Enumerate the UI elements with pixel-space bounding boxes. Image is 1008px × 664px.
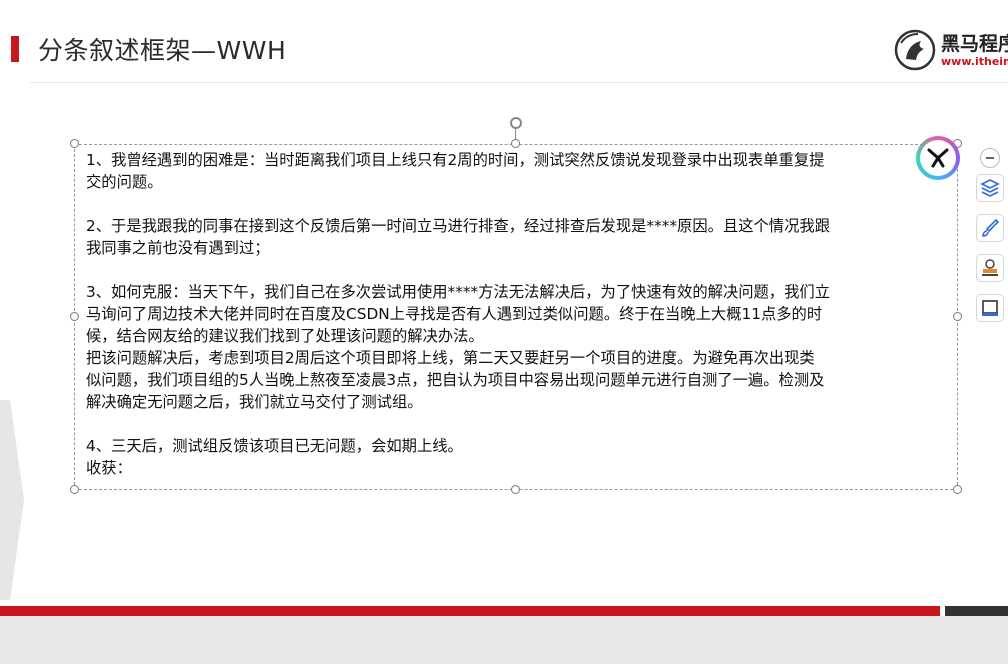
text-line: 1、我曾经遇到的困难是：当时距离我们项目上线只有2周的时间，测试突然反馈说发现登… <box>86 151 825 169</box>
horse-logo-icon <box>894 29 936 71</box>
footer-background <box>0 616 1008 664</box>
side-tool-panel <box>976 144 1008 334</box>
text-line: 把该问题解决后，考虑到项目2周后这个项目即将上线，第二天又要赶另一个项目的进度。… <box>86 349 815 367</box>
resize-handle-top[interactable] <box>511 139 520 148</box>
text-line: 马询问了周边技术大佬并同时在百度及CSDN上寻找是否有人遇到过类似问题。终于在当… <box>86 305 823 323</box>
paragraph-4: 4、三天后，测试组反馈该项目已无问题，会如期上线。 收获： <box>86 435 946 479</box>
text-line: 解决确定无问题之后，我们就立马交付了测试组。 <box>86 393 423 411</box>
frame-button[interactable] <box>976 294 1004 322</box>
layers-icon <box>980 179 1000 197</box>
resize-handle-bottom-right[interactable] <box>953 485 962 494</box>
ai-assistant-button[interactable] <box>916 136 960 180</box>
rotate-handle[interactable] <box>510 117 522 129</box>
paragraph-2: 2、于是我跟我的同事在接到这个反馈后第一时间立马进行排查，经过排查后发现是***… <box>86 215 946 259</box>
brush-button[interactable] <box>976 214 1004 242</box>
brand-logo: 黑马程序 www.itheima <box>893 28 1008 74</box>
text-line: 交的问题。 <box>86 173 163 191</box>
footer-accent-bar <box>0 606 940 616</box>
resize-handle-right[interactable] <box>953 312 962 321</box>
slide-title: 分条叙述框架—WWH <box>38 36 287 65</box>
stamp-icon <box>982 259 998 276</box>
collapse-button[interactable] <box>980 148 1000 168</box>
layers-button[interactable] <box>976 174 1004 202</box>
decorative-chevron <box>0 400 24 600</box>
header-divider <box>30 82 1008 83</box>
text-line: 3、如何克服：当天下午，我们自己在多次尝试用使用****方法无法解决后，为了快速… <box>86 283 830 301</box>
ai-assistant-icon <box>927 148 949 168</box>
resize-handle-left[interactable] <box>70 312 79 321</box>
logo-text: 黑马程序 <box>941 33 1008 55</box>
stamp-button[interactable] <box>976 254 1004 282</box>
brush-icon <box>982 218 1000 237</box>
footer-dark-bar <box>945 606 1008 616</box>
text-line: 候，结合网友给的建议我们找到了处理该问题的解决办法。 <box>86 327 484 345</box>
text-line: 收获： <box>86 459 132 477</box>
resize-handle-top-left[interactable] <box>70 139 79 148</box>
logo-url: www.itheima <box>941 55 1008 68</box>
text-line: 我同事之前也没有遇到过； <box>86 239 270 257</box>
slide-header: 分条叙述框架—WWH 黑马程序 www.itheima <box>0 0 1008 90</box>
text-line: 似问题，我们项目组的5人当晚上熬夜至凌晨3点，把自认为项目中容易出现问题单元进行… <box>86 371 825 389</box>
title-accent-bar <box>11 36 19 62</box>
text-line: 2、于是我跟我的同事在接到这个反馈后第一时间立马进行排查，经过排查后发现是***… <box>86 217 830 235</box>
paragraph-1: 1、我曾经遇到的困难是：当时距离我们项目上线只有2周的时间，测试突然反馈说发现登… <box>86 149 946 193</box>
frame-icon <box>982 300 998 316</box>
textbox-content[interactable]: 1、我曾经遇到的困难是：当时距离我们项目上线只有2周的时间，测试突然反馈说发现登… <box>86 149 946 479</box>
paragraph-3: 3、如何克服：当天下午，我们自己在多次尝试用使用****方法无法解决后，为了快速… <box>86 281 946 413</box>
resize-handle-bottom-left[interactable] <box>70 485 79 494</box>
resize-handle-bottom[interactable] <box>511 485 520 494</box>
text-line: 4、三天后，测试组反馈该项目已无问题，会如期上线。 <box>86 437 463 455</box>
slide: 分条叙述框架—WWH 黑马程序 www.itheima 1、我曾经遇到的困难是：… <box>0 0 1008 664</box>
